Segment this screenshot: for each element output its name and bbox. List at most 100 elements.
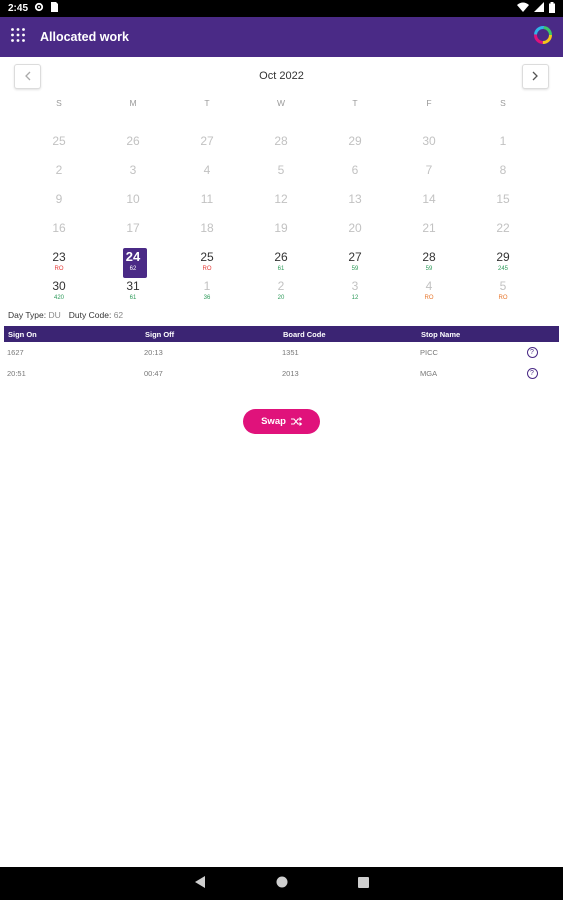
calendar-day[interactable]: 2 20 xyxy=(244,275,318,304)
calendar-day[interactable]: 12 xyxy=(244,188,318,217)
chevron-right-icon xyxy=(533,71,539,81)
day-number: 2 xyxy=(55,163,63,177)
previous-month-button[interactable] xyxy=(14,63,41,89)
calendar-day[interactable]: 16 xyxy=(22,217,96,246)
calendar-day[interactable]: 9 xyxy=(22,188,96,217)
calendar-day[interactable]: 3 xyxy=(96,159,170,188)
calendar-day[interactable]: 29 xyxy=(318,130,392,159)
day-number: 29 xyxy=(496,250,510,264)
calendar-day[interactable]: 14 xyxy=(392,188,466,217)
calendar-day[interactable]: 15 xyxy=(466,188,540,217)
calendar-day[interactable]: 7 xyxy=(392,159,466,188)
weekday-header: S M T W T F S xyxy=(22,98,542,108)
table-row: 20:51 00:47 2013 MGA ? xyxy=(4,363,559,384)
day-number: 13 xyxy=(348,192,362,206)
day-number: 17 xyxy=(126,221,140,235)
day-number: 23 xyxy=(52,250,66,264)
day-number: 26 xyxy=(274,250,288,264)
calendar-day[interactable]: 10 xyxy=(96,188,170,217)
day-number: 4 xyxy=(425,279,433,293)
next-month-button[interactable] xyxy=(521,63,549,89)
sign-off-cell: 00:47 xyxy=(144,369,163,378)
calendar-day[interactable]: 25 xyxy=(22,130,96,159)
calendar-day[interactable]: 4 xyxy=(170,159,244,188)
settings-status-icon xyxy=(34,2,44,15)
calendar-day[interactable]: 26 xyxy=(96,130,170,159)
day-number: 11 xyxy=(200,192,214,206)
calendar-day[interactable]: 11 xyxy=(170,188,244,217)
calendar-day[interactable]: 30 xyxy=(392,130,466,159)
day-number: 4 xyxy=(203,163,211,177)
calendar-day[interactable]: 5 xyxy=(244,159,318,188)
swap-button-label: Swap xyxy=(261,416,286,427)
duty-code-badge: 61 xyxy=(277,266,285,272)
duty-code-info: Duty Code: 62 xyxy=(69,310,123,320)
day-number: 1 xyxy=(203,279,211,293)
calendar-day-selected[interactable]: 24 62 xyxy=(96,246,170,278)
shift-table: Sign On Sign Off Board Code Stop Name 16… xyxy=(4,326,559,384)
calendar-day[interactable]: 23 RO xyxy=(22,246,96,275)
calendar-day[interactable]: 27 xyxy=(170,130,244,159)
table-row: 1627 20:13 1351 PICC ? xyxy=(4,342,559,363)
wifi-icon xyxy=(517,2,529,15)
apps-grid-icon[interactable] xyxy=(10,27,26,48)
day-number: 28 xyxy=(422,250,436,264)
calendar-week-row: 25 26 27 28 29 30 1 xyxy=(22,130,542,159)
column-header-sign-off: Sign Off xyxy=(145,329,175,339)
back-icon[interactable] xyxy=(194,875,206,893)
month-navigator: Oct 2022 xyxy=(14,63,549,89)
swap-button[interactable]: Swap xyxy=(243,409,320,434)
calendar-day[interactable]: 17 xyxy=(96,217,170,246)
calendar-day[interactable]: 29 245 xyxy=(466,246,540,275)
calendar-day[interactable]: 3 12 xyxy=(318,275,392,304)
calendar-day[interactable]: 8 xyxy=(466,159,540,188)
help-icon[interactable]: ? xyxy=(526,368,538,379)
calendar-day[interactable]: 13 xyxy=(318,188,392,217)
calendar-day[interactable]: 18 xyxy=(170,217,244,246)
status-bar: 2:45 xyxy=(0,0,563,17)
weekday-label: F xyxy=(426,98,432,108)
calendar-day[interactable]: 26 61 xyxy=(244,246,318,275)
home-icon[interactable] xyxy=(276,875,288,893)
month-title: Oct 2022 xyxy=(259,70,304,82)
board-code-cell: 2013 xyxy=(282,369,299,378)
duty-code-badge: 245 xyxy=(497,266,508,272)
calendar-day[interactable]: 28 xyxy=(244,130,318,159)
calendar-week-row: 30 420 31 61 1 36 2 20 3 12 4 RO 5 RO xyxy=(22,275,542,304)
calendar-day[interactable]: 30 420 xyxy=(22,275,96,304)
app-logo-icon[interactable] xyxy=(533,25,553,50)
weekday-label: S xyxy=(56,98,62,108)
day-number: 31 xyxy=(126,279,140,293)
duty-code-badge: RO xyxy=(498,295,508,301)
calendar-day[interactable]: 27 59 xyxy=(318,246,392,275)
day-number: 19 xyxy=(274,221,288,235)
calendar-day[interactable]: 4 RO xyxy=(392,275,466,304)
calendar-day[interactable]: 20 xyxy=(318,217,392,246)
weekday-label: T xyxy=(352,98,358,108)
calendar-day[interactable]: 19 xyxy=(244,217,318,246)
calendar-day[interactable]: 28 59 xyxy=(392,246,466,275)
calendar-day[interactable]: 1 36 xyxy=(170,275,244,304)
recents-icon[interactable] xyxy=(357,875,369,893)
calendar-day[interactable]: 2 xyxy=(22,159,96,188)
day-number: 5 xyxy=(277,163,285,177)
weekday-label: W xyxy=(276,98,286,108)
day-number: 27 xyxy=(200,134,214,148)
duty-code-badge: 59 xyxy=(425,266,433,272)
duty-code-badge: 36 xyxy=(203,295,211,301)
day-number: 28 xyxy=(274,134,288,148)
calendar-day[interactable]: 31 61 xyxy=(96,275,170,304)
weekday-label: M xyxy=(129,98,137,108)
day-number: 3 xyxy=(351,279,359,293)
calendar-day[interactable]: 25 RO xyxy=(170,246,244,275)
duty-code-value: 62 xyxy=(113,310,124,320)
day-number: 9 xyxy=(55,192,63,206)
help-icon[interactable]: ? xyxy=(526,347,538,358)
calendar-day[interactable]: 21 xyxy=(392,217,466,246)
calendar-day[interactable]: 5 RO xyxy=(466,275,540,304)
calendar-day[interactable]: 6 xyxy=(318,159,392,188)
day-number: 16 xyxy=(52,221,66,235)
calendar-day[interactable]: 22 xyxy=(466,217,540,246)
day-number: 6 xyxy=(351,163,359,177)
calendar-day[interactable]: 1 xyxy=(466,130,540,159)
